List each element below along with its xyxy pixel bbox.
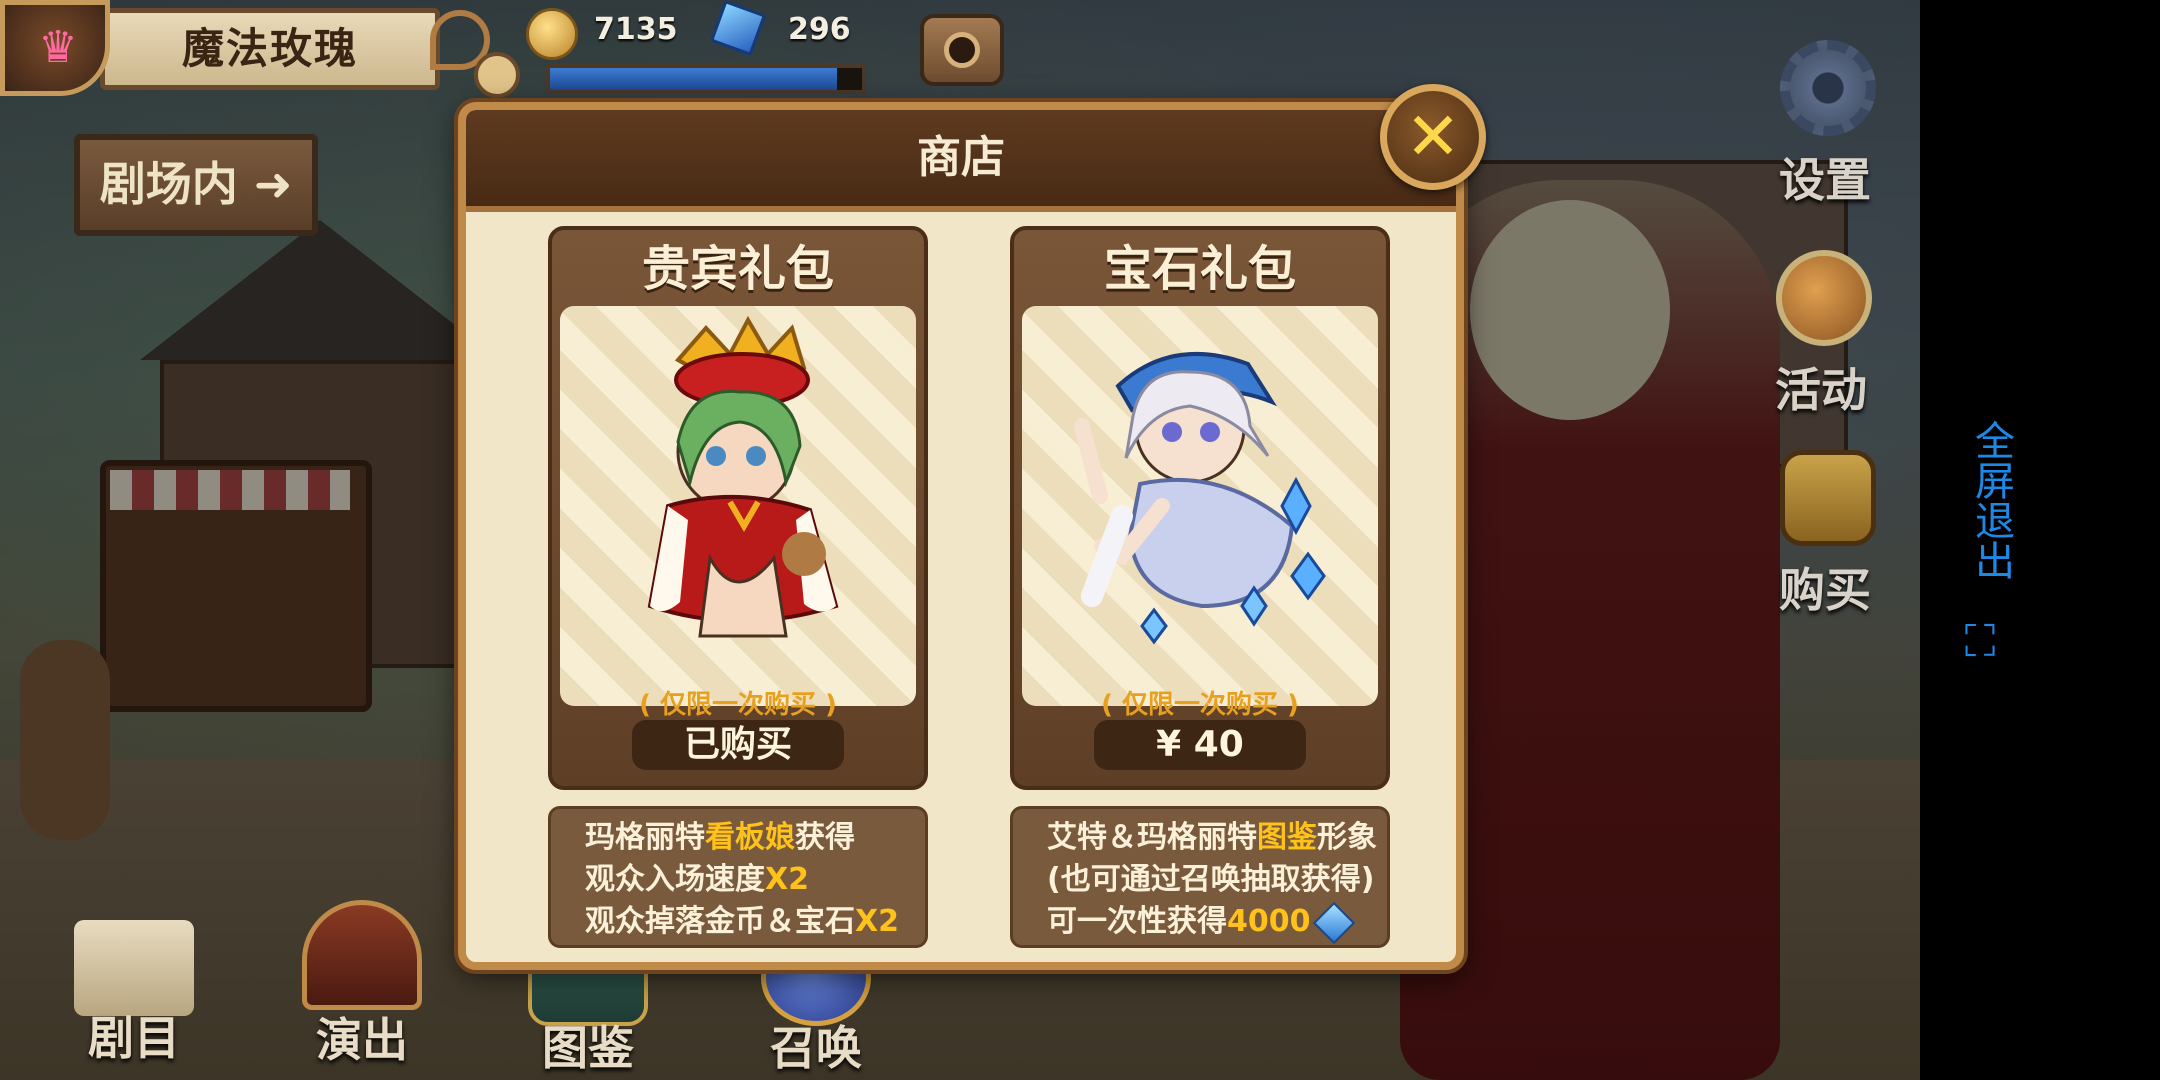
pack-title: 宝石礼包: [1103, 241, 1296, 297]
close-button[interactable]: ✕: [1380, 84, 1486, 190]
player-title-plate: 魔法玫瑰 ♛: [0, 0, 490, 98]
events-label: 活动: [1775, 363, 1867, 417]
title-bar: 魔法玫瑰: [100, 8, 440, 90]
desc-text: 玛格丽特: [585, 820, 705, 855]
settings-label: 设置: [1779, 153, 1871, 207]
desc-text: 观众掉落金币＆宝石: [585, 904, 855, 939]
repertoire-label: 剧目: [88, 1011, 180, 1065]
game-screen: 魔法玫瑰 ♛ 7135 296 剧场内 ➜ 设置 活动 购买 剧目 演出 图鉴 …: [0, 0, 2160, 1080]
pack-artwork-panel: ( 仅限一次购买 ): [560, 306, 916, 720]
desc-highlight: 4000: [1227, 904, 1311, 939]
gem-count: 296: [788, 12, 851, 47]
vip-pack-card: 贵宾礼包 ( 仅限一次购买 ) 已购买: [548, 226, 928, 790]
desc-line: 观众入场速度X2: [585, 859, 907, 901]
pack-limit-note: ( 仅限一次购买 ): [639, 690, 837, 720]
vip-pack-description: 玛格丽特看板娘获得 观众入场速度X2 观众掉落金币＆宝石X2: [548, 806, 928, 948]
exit-fullscreen-label[interactable]: 全屏退出: [1960, 420, 2020, 590]
desc-line: (也可通过召唤抽取获得): [1047, 859, 1374, 901]
events-button[interactable]: 活动: [1746, 250, 1896, 417]
gem-icon: [1312, 901, 1355, 944]
gem-pack-card: 宝石礼包 ( 仅限一次购买 ) ¥ 40: [1010, 226, 1390, 790]
desc-text: 艾特＆玛格丽特: [1047, 820, 1257, 855]
stage-curtain-icon: [302, 900, 422, 1010]
gold-coin-icon: [526, 8, 578, 60]
pack-artwork-panel: ( 仅限一次购买 ): [1022, 306, 1378, 720]
settings-button[interactable]: 设置: [1750, 40, 1900, 207]
desc-text: 获得: [795, 820, 855, 855]
shop-button[interactable]: 购买: [1750, 450, 1900, 617]
crowned-girl-icon: [647, 315, 839, 638]
monkey-moon-icon: [1776, 250, 1872, 346]
close-icon: ✕: [1405, 98, 1461, 175]
gift-box-icon: [1780, 450, 1876, 546]
camera-button[interactable]: [920, 14, 1004, 86]
pack-title: 贵宾礼包: [641, 241, 834, 297]
store-dialog: 商店 贵宾礼包 ( 仅限一次购买 ) 已购买 玛格丽特看板娘获得 观众入场速度X…: [458, 102, 1464, 970]
desc-highlight: 图鉴: [1257, 820, 1317, 855]
gear-icon: [1780, 40, 1876, 136]
fullscreen-toggle-icon[interactable]: ⛶: [1958, 620, 2002, 664]
gem-girl-icon: [1074, 352, 1326, 645]
store-header: 商店: [466, 110, 1456, 212]
pack-purchased-button[interactable]: 已购买: [632, 720, 844, 770]
desc-text: 形象: [1317, 820, 1377, 855]
desc-text: (也可通过召唤抽取获得): [1047, 862, 1375, 897]
desc-line: 可一次性获得4000: [1047, 901, 1369, 944]
camera-icon: [944, 32, 980, 68]
codex-label: 图鉴: [542, 1021, 634, 1075]
pack-price-button[interactable]: ¥ 40: [1094, 720, 1306, 770]
gem-pack-description: 艾特＆玛格丽特图鉴形象 (也可通过召唤抽取获得) 可一次性获得4000: [1010, 806, 1390, 948]
desc-highlight: X2: [855, 904, 900, 939]
performance-label: 演出: [316, 1013, 408, 1067]
desc-text: 观众入场速度: [585, 862, 765, 897]
theater-inside-sign[interactable]: 剧场内 ➜: [74, 134, 318, 236]
player-title: 魔法玫瑰: [181, 24, 358, 73]
desc-text: 可一次性获得: [1047, 904, 1227, 939]
crest-badge[interactable]: ♛: [0, 0, 110, 96]
summon-label: 召唤: [770, 1021, 862, 1075]
crown-heart-icon: ♛: [38, 22, 78, 73]
desc-line: 艾特＆玛格丽特图鉴形象: [1047, 817, 1377, 859]
desc-highlight: 看板娘: [705, 820, 795, 855]
clock-icon: [474, 52, 520, 98]
desc-line: 观众掉落金币＆宝石X2: [585, 901, 907, 943]
desc-line: 玛格丽特看板娘获得: [585, 817, 907, 859]
system-side-strip: [1920, 0, 2160, 1080]
performance-button[interactable]: 演出: [262, 900, 462, 1067]
pack-limit-note: ( 仅限一次购买 ): [1101, 690, 1299, 720]
progress-fill: [550, 68, 838, 90]
gold-count: 7135: [594, 12, 678, 47]
desc-highlight: X2: [765, 862, 810, 897]
store-title: 商店: [917, 132, 1005, 183]
energy-progress-bar: [546, 64, 866, 94]
shop-label: 购买: [1779, 563, 1871, 617]
repertoire-button[interactable]: 剧目: [34, 920, 234, 1065]
